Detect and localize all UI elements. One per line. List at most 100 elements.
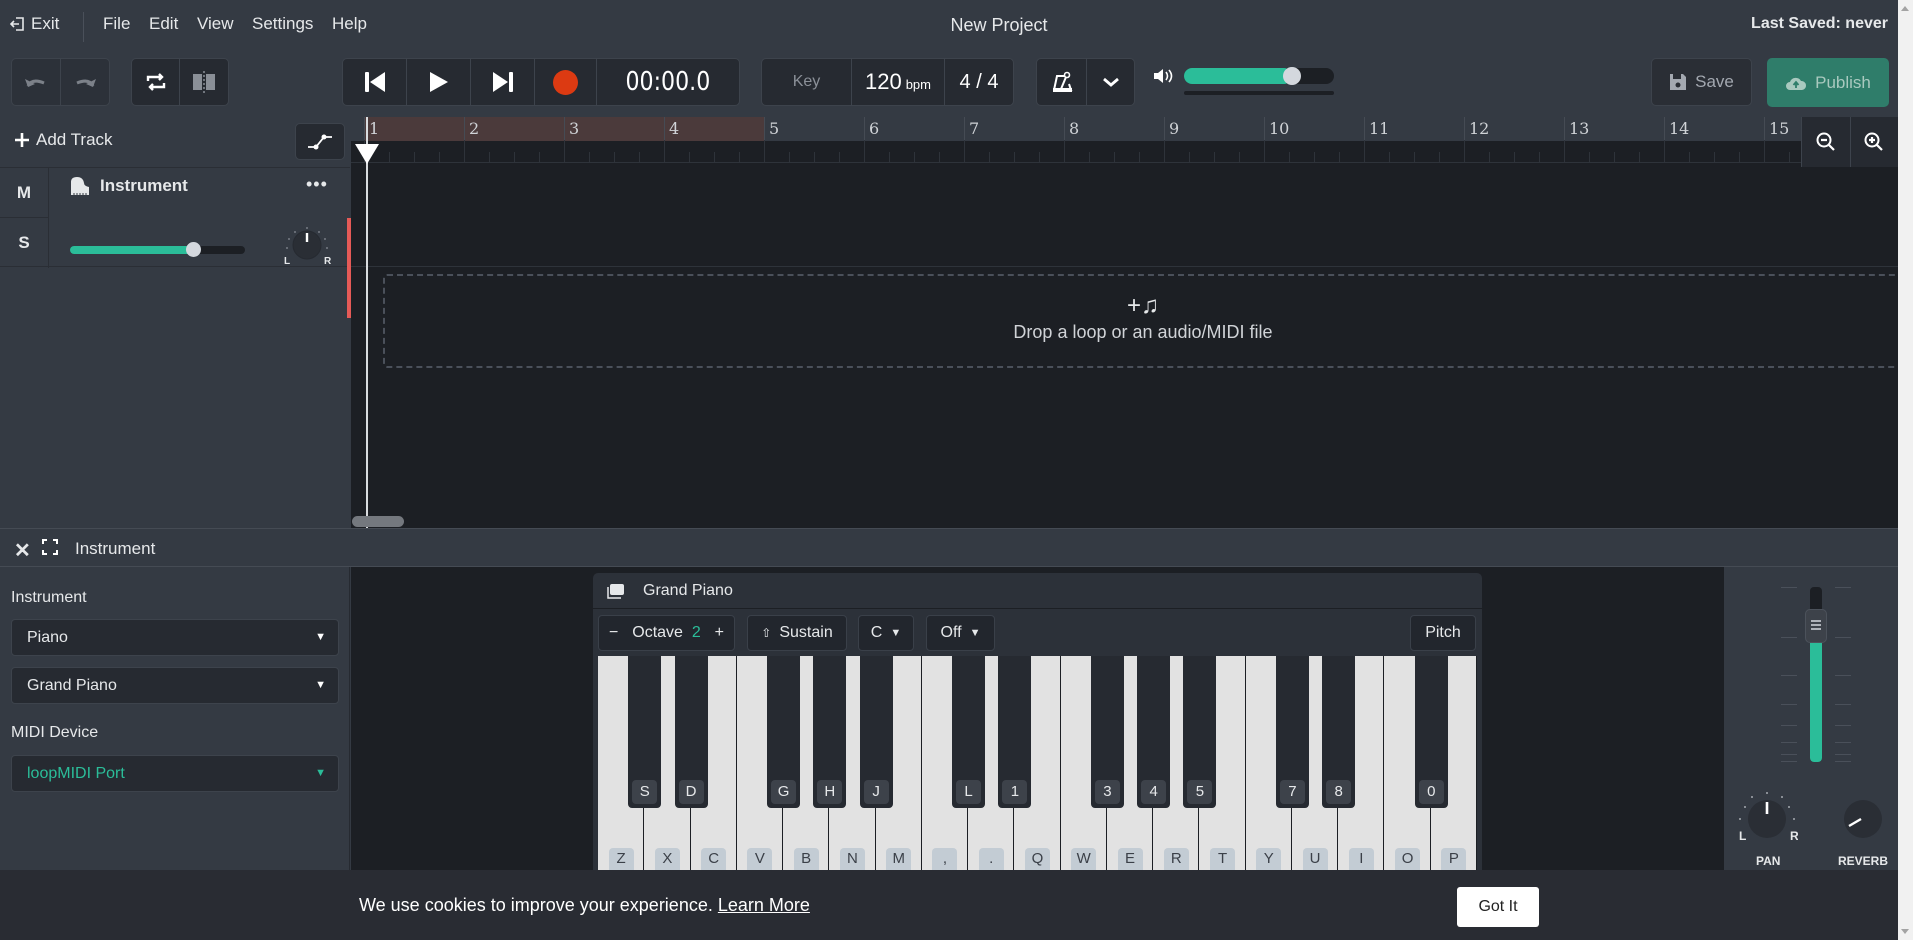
close-icon: ✕	[14, 540, 31, 562]
ruler-bar-3[interactable]: 3	[564, 117, 664, 141]
track-lane[interactable]	[351, 167, 1898, 267]
mute-button[interactable]: M	[0, 168, 49, 218]
scale-select[interactable]: Off ▼	[926, 615, 995, 651]
solo-button[interactable]: S	[0, 218, 49, 268]
metronome-options-button[interactable]	[1087, 59, 1134, 105]
white-key-label: V	[747, 848, 773, 870]
key-select[interactable]: C ▼	[858, 615, 914, 651]
octave-down-button[interactable]: −	[609, 624, 618, 642]
fader-tick	[1835, 725, 1851, 726]
white-key-label: B	[793, 848, 819, 870]
black-key[interactable]: 0	[1414, 656, 1448, 808]
ruler-tick	[1014, 152, 1015, 162]
publish-button[interactable]: Publish	[1767, 58, 1889, 107]
add-track-button[interactable]: Add Track	[14, 130, 113, 150]
black-key[interactable]: S	[628, 656, 662, 808]
bpm-field[interactable]: 120 bpm	[852, 59, 945, 105]
add-music-icon: +♫	[1126, 292, 1159, 319]
timeline-ruler[interactable]: 1 2 3 4 5 6 7 8 9 10 11 12 13 14 15	[351, 117, 1801, 141]
timeline[interactable]: 1 2 3 4 5 6 7 8 9 10 11 12 13 14 15 +♫ Drop a loop or …	[351, 117, 1903, 528]
black-key[interactable]: H	[813, 656, 847, 808]
ruler-tick	[1089, 152, 1090, 162]
black-key[interactable]: G	[767, 656, 801, 808]
undo-button[interactable]	[12, 59, 61, 105]
ruler-tick	[589, 152, 590, 162]
black-key-label: S	[632, 780, 658, 804]
ruler-bar-7[interactable]: 7	[964, 117, 1064, 141]
black-key[interactable]: 5	[1183, 656, 1217, 808]
master-level-meter	[1184, 91, 1334, 95]
ruler-bar-6[interactable]: 6	[864, 117, 964, 141]
black-key[interactable]: J	[859, 656, 893, 808]
midi-device-select[interactable]: loopMIDI Port ▼	[11, 755, 339, 792]
pitch-button[interactable]: Pitch	[1410, 615, 1476, 651]
split-icon	[193, 71, 215, 93]
save-button[interactable]: Save	[1651, 58, 1752, 106]
metronome-button[interactable]	[1037, 59, 1087, 105]
ruler-bar-14[interactable]: 14	[1664, 117, 1764, 141]
zoom-in-button[interactable]	[1849, 117, 1899, 167]
ruler-bar-13[interactable]: 13	[1564, 117, 1664, 141]
ruler-bar-2[interactable]: 2	[464, 117, 564, 141]
ruler-bar-9[interactable]: 9	[1164, 117, 1264, 141]
track-name[interactable]: Instrument	[70, 176, 188, 196]
ruler-tick	[389, 152, 390, 162]
channel-mixer: L R PAN REVERB	[1724, 567, 1898, 870]
track-volume-slider[interactable]	[70, 242, 245, 257]
key-selector[interactable]: Key	[762, 59, 852, 105]
ruler-bar-8[interactable]: 8	[1064, 117, 1164, 141]
master-volume-slider[interactable]	[1184, 67, 1334, 85]
fader-handle[interactable]	[1805, 608, 1827, 643]
zoom-out-button[interactable]	[1801, 117, 1850, 167]
sustain-button[interactable]: ⇧ Sustain	[747, 615, 847, 651]
skip-forward-button[interactable]	[471, 59, 535, 105]
time-signature-field[interactable]: 4 / 4	[945, 59, 1013, 105]
learn-more-link[interactable]: Learn More	[718, 895, 810, 915]
history-group	[11, 58, 110, 106]
redo-button[interactable]	[61, 59, 109, 105]
track-pan-knob[interactable]: L R	[282, 226, 332, 268]
page-scrollbar[interactable]	[1898, 0, 1913, 940]
expand-panel-button[interactable]	[42, 539, 58, 560]
black-key[interactable]: D	[674, 656, 708, 808]
split-button[interactable]	[180, 59, 228, 105]
track-more-button[interactable]: •••	[306, 174, 328, 195]
channel-fader[interactable]	[1805, 587, 1827, 762]
playhead-handle[interactable]	[355, 144, 379, 164]
instrument-preset-select[interactable]: Grand Piano ▼	[11, 667, 339, 704]
skip-back-button[interactable]	[343, 59, 407, 105]
ruler-bar-11[interactable]: 11	[1364, 117, 1464, 141]
black-key[interactable]: 7	[1275, 656, 1309, 808]
instrument-category-select[interactable]: Piano ▼	[11, 619, 339, 656]
ruler-bar-4[interactable]: 4	[664, 117, 764, 141]
pan-knob[interactable]: L R	[1736, 787, 1798, 849]
ruler-bar-10[interactable]: 10	[1264, 117, 1364, 141]
black-key[interactable]: 4	[1137, 656, 1171, 808]
scroll-up-icon[interactable]	[1901, 6, 1909, 11]
black-key[interactable]: 8	[1322, 656, 1356, 808]
close-panel-button[interactable]: ✕	[14, 538, 31, 563]
accept-cookies-button[interactable]: Got It	[1457, 887, 1539, 927]
fader-tick	[1781, 587, 1797, 588]
ruler-bar-12[interactable]: 12	[1464, 117, 1564, 141]
ruler-bar-5[interactable]: 5	[764, 117, 864, 141]
automation-button[interactable]	[295, 123, 345, 160]
black-key[interactable]: 1	[998, 656, 1032, 808]
playhead[interactable]	[366, 117, 368, 528]
master-volume-handle[interactable]	[1283, 67, 1301, 85]
timeline-horizontal-scrollbar[interactable]	[352, 516, 404, 527]
black-key[interactable]: L	[952, 656, 986, 808]
loop-button[interactable]	[132, 59, 181, 105]
white-key-label: Y	[1256, 848, 1282, 870]
track-volume-handle[interactable]	[185, 242, 201, 257]
drop-zone[interactable]: +♫ Drop a loop or an audio/MIDI file	[383, 274, 1903, 368]
octave-up-button[interactable]: +	[715, 624, 724, 642]
play-button[interactable]	[407, 59, 471, 105]
black-key[interactable]: 3	[1090, 656, 1124, 808]
timeline-subruler[interactable]	[351, 140, 1840, 163]
record-button[interactable]	[535, 59, 597, 105]
scroll-down-icon[interactable]	[1901, 929, 1909, 934]
reverb-knob[interactable]	[1838, 793, 1888, 843]
ruler-tick	[1189, 152, 1190, 162]
ruler-bar-1[interactable]: 1	[364, 117, 464, 141]
